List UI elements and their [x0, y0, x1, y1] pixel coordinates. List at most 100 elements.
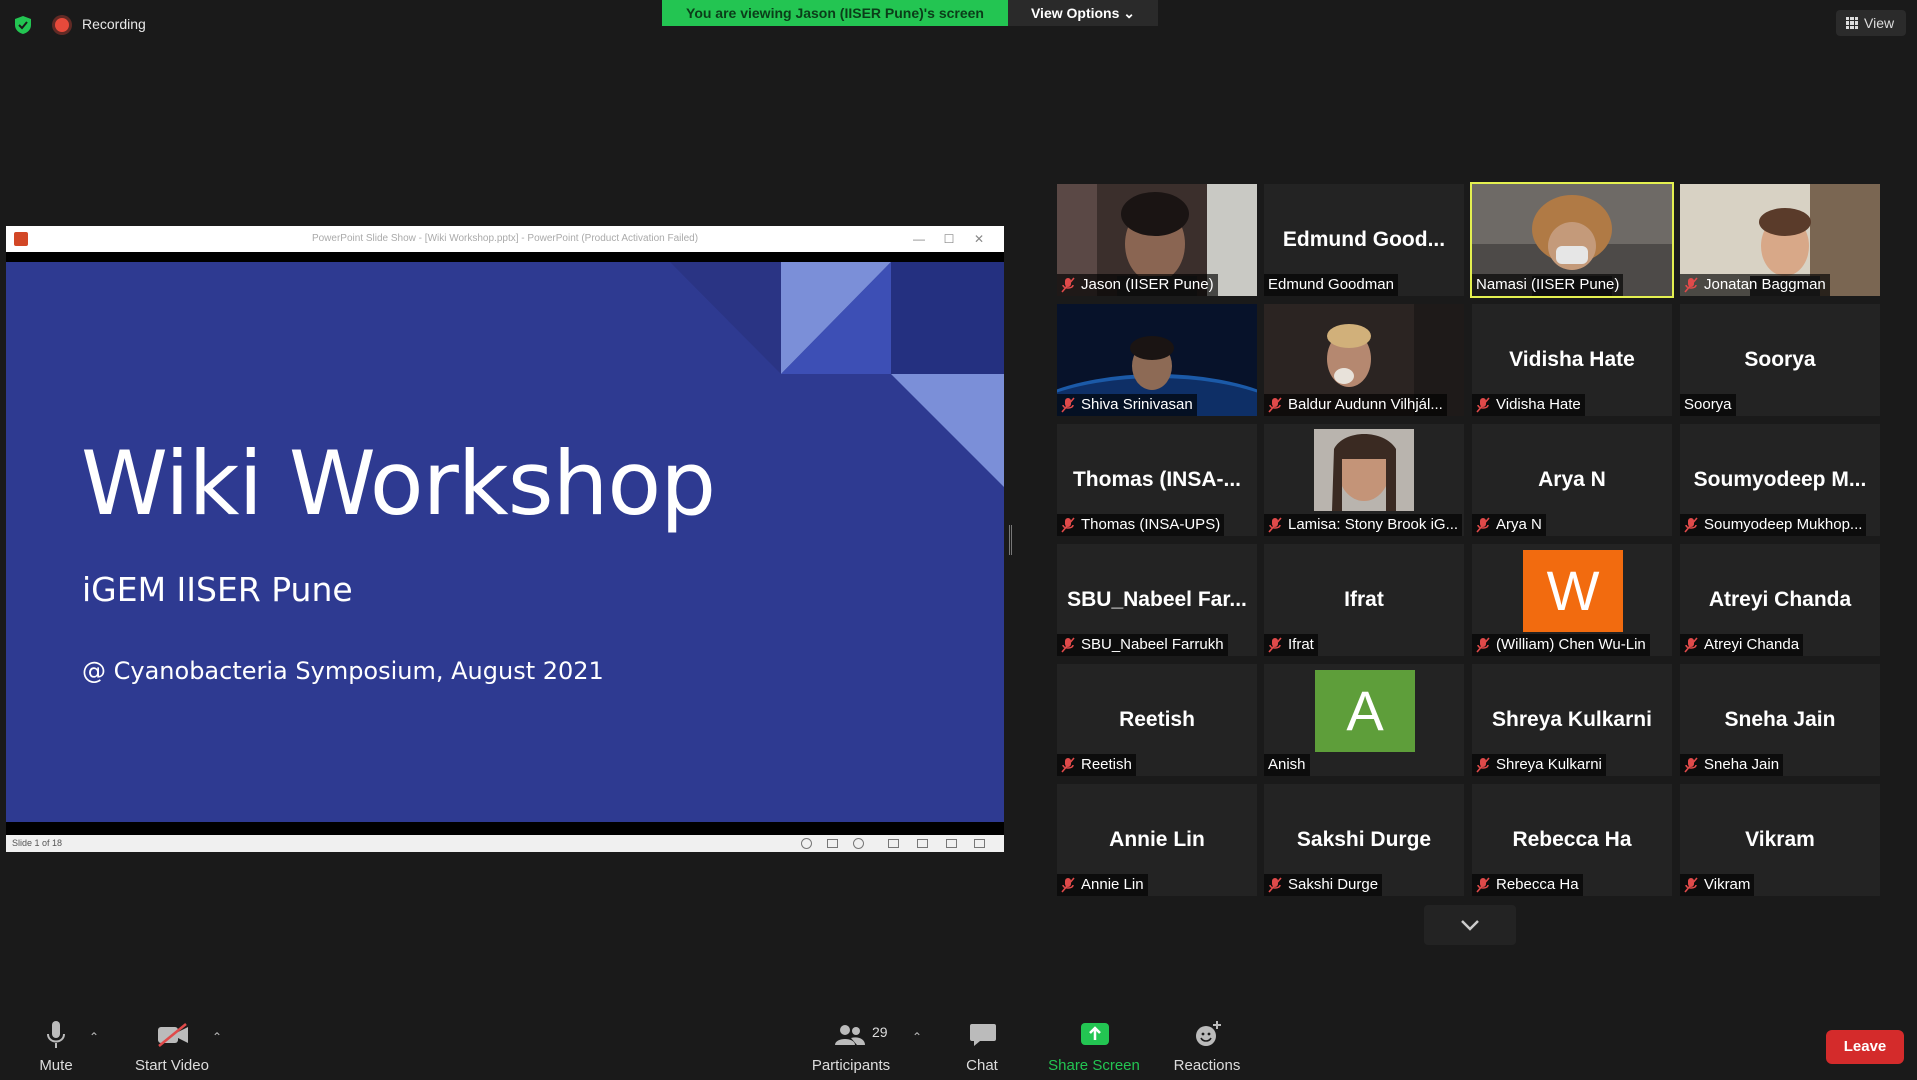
- participant-tile[interactable]: W (William) Chen Wu-Lin: [1472, 544, 1672, 656]
- reactions-button[interactable]: Reactions: [1164, 1010, 1250, 1080]
- viewing-screen-banner: You are viewing Jason (IISER Pune)'s scr…: [662, 0, 1008, 26]
- ppt-status-bar: Slide 1 of 18: [6, 835, 1004, 852]
- slide-subtitle: iGEM IISER Pune: [82, 570, 353, 609]
- participant-name-tag: Rebecca Ha: [1472, 874, 1583, 896]
- participant-tile[interactable]: Atreyi Chanda Atreyi Chanda: [1680, 544, 1880, 656]
- mic-muted-icon: [1684, 277, 1698, 293]
- leave-button[interactable]: Leave: [1826, 1030, 1904, 1064]
- mic-muted-icon: [1684, 637, 1698, 653]
- participant-tile[interactable]: Rebecca Ha Rebecca Ha: [1472, 784, 1672, 896]
- participant-tile[interactable]: Soorya Soorya: [1680, 304, 1880, 416]
- slideshow-icon[interactable]: [974, 839, 985, 848]
- reactions-label: Reactions: [1173, 1057, 1241, 1074]
- participant-name-tag: Arya N: [1472, 514, 1546, 536]
- start-video-button[interactable]: Start Video: [128, 1010, 216, 1080]
- participant-tile[interactable]: Thomas (INSA-... Thomas (INSA-UPS): [1057, 424, 1257, 536]
- participant-tile[interactable]: Edmund Good... Edmund Goodman: [1264, 184, 1464, 296]
- meeting-toolbar: Mute ⌃ Start Video ⌃ Participants 29 ⌃ C…: [0, 1010, 1917, 1080]
- slide: Wiki Workshop iGEM IISER Pune @ Cyanobac…: [6, 262, 1004, 822]
- slide-event-text: @ Cyanobacteria Symposium, August 2021: [82, 657, 604, 685]
- smiley-plus-icon: [1196, 1021, 1221, 1046]
- security-shield-icon[interactable]: [14, 15, 32, 35]
- participant-tile[interactable]: Lamisa: Stony Brook iG...: [1264, 424, 1464, 536]
- participant-name-tag: Shiva Srinivasan: [1057, 394, 1197, 416]
- recording-label: Recording: [82, 16, 146, 32]
- participant-name-tag: Jonatan Baggman: [1680, 274, 1830, 296]
- participant-name-tag: Jason (IISER Pune): [1057, 274, 1218, 296]
- mic-muted-icon: [1476, 877, 1490, 893]
- notes-icon[interactable]: [827, 839, 838, 848]
- participant-avatar: W: [1523, 550, 1623, 632]
- reading-view-icon[interactable]: [946, 839, 957, 848]
- mic-muted-icon: [1476, 397, 1490, 413]
- participant-profile-photo: [1314, 429, 1414, 511]
- participant-name-tag: Thomas (INSA-UPS): [1057, 514, 1225, 536]
- mic-muted-icon: [1684, 757, 1698, 773]
- chat-bubble-icon: [970, 1024, 996, 1046]
- share-screen-button[interactable]: Share Screen: [1046, 1010, 1142, 1080]
- slide-title: Wiki Workshop: [81, 432, 716, 535]
- participant-name-tag: Reetish: [1057, 754, 1136, 776]
- participant-tile[interactable]: Vidisha Hate Vidisha Hate: [1472, 304, 1672, 416]
- panel-splitter-handle[interactable]: [1009, 525, 1012, 555]
- participant-name-tag: Shreya Kulkarni: [1472, 754, 1606, 776]
- participant-tile[interactable]: Sakshi Durge Sakshi Durge: [1264, 784, 1464, 896]
- grid-icon: [1846, 17, 1858, 29]
- participant-name-tag: Vikram: [1680, 874, 1755, 896]
- slide-sorter-icon[interactable]: [917, 839, 928, 848]
- normal-view-icon[interactable]: [888, 839, 899, 848]
- participant-avatar: A: [1315, 670, 1415, 752]
- previous-slide-icon[interactable]: [801, 838, 812, 849]
- participant-tile[interactable]: Shiva Srinivasan: [1057, 304, 1257, 416]
- participant-name-tag: Namasi (IISER Pune): [1472, 274, 1624, 296]
- mute-button[interactable]: Mute: [20, 1010, 92, 1080]
- share-screen-icon: [1081, 1023, 1109, 1045]
- participant-tile[interactable]: SBU_Nabeel Far... SBU_Nabeel Farrukh: [1057, 544, 1257, 656]
- participant-tile[interactable]: Vikram Vikram: [1680, 784, 1880, 896]
- participant-name-tag: Lamisa: Stony Brook iG...: [1264, 514, 1463, 536]
- shared-screen-powerpoint-window[interactable]: PowerPoint Slide Show - [Wiki Workshop.p…: [6, 226, 1004, 852]
- microphone-icon: [47, 1021, 65, 1048]
- slide-area: Wiki Workshop iGEM IISER Pune @ Cyanobac…: [6, 252, 1004, 835]
- participants-options-caret-icon[interactable]: ⌃: [912, 1030, 922, 1044]
- participant-tile[interactable]: Shreya Kulkarni Shreya Kulkarni: [1472, 664, 1672, 776]
- participant-tile[interactable]: Reetish Reetish: [1057, 664, 1257, 776]
- minimize-icon[interactable]: —: [904, 226, 934, 252]
- participant-name-tag: Ifrat: [1264, 634, 1318, 656]
- mute-label: Mute: [39, 1057, 73, 1074]
- mic-muted-icon: [1268, 637, 1282, 653]
- participant-name-tag: Anish: [1264, 754, 1310, 776]
- mic-muted-icon: [1268, 517, 1282, 533]
- participants-button[interactable]: Participants: [806, 1010, 896, 1080]
- view-button[interactable]: View: [1836, 10, 1906, 36]
- next-slide-icon[interactable]: [853, 838, 864, 849]
- ppt-window-title: PowerPoint Slide Show - [Wiki Workshop.p…: [311, 233, 699, 244]
- view-label: View: [1864, 15, 1895, 31]
- video-options-caret-icon[interactable]: ⌃: [212, 1030, 222, 1044]
- chevron-down-icon: [1461, 920, 1479, 931]
- participant-name-tag: Sakshi Durge: [1264, 874, 1383, 896]
- chat-button[interactable]: Chat: [952, 1010, 1012, 1080]
- participant-tile[interactable]: Arya N Arya N: [1472, 424, 1672, 536]
- participant-tile[interactable]: A Anish: [1264, 664, 1464, 776]
- view-options-button[interactable]: View Options ⌄: [1008, 0, 1158, 26]
- participant-name-tag: SBU_Nabeel Farrukh: [1057, 634, 1228, 656]
- participant-tile[interactable]: Annie Lin Annie Lin: [1057, 784, 1257, 896]
- close-icon[interactable]: ✕: [964, 226, 994, 252]
- participants-label: Participants: [811, 1057, 891, 1074]
- participants-count: 29: [872, 1024, 888, 1040]
- participant-name-tag: Edmund Goodman: [1264, 274, 1398, 296]
- participant-tile[interactable]: Ifrat Ifrat: [1264, 544, 1464, 656]
- mic-muted-icon: [1476, 757, 1490, 773]
- maximize-icon[interactable]: ☐: [934, 226, 964, 252]
- participant-tile[interactable]: Sneha Jain Sneha Jain: [1680, 664, 1880, 776]
- participant-tile[interactable]: Baldur Audunn Vilhjál...: [1264, 304, 1464, 416]
- participant-tile[interactable]: Soumyodeep M... Soumyodeep Mukhop...: [1680, 424, 1880, 536]
- participant-tile[interactable]: Jonatan Baggman: [1680, 184, 1880, 296]
- mic-muted-icon: [1061, 517, 1075, 533]
- participant-tile[interactable]: Jason (IISER Pune): [1057, 184, 1257, 296]
- participant-tile-active-speaker[interactable]: Namasi (IISER Pune): [1470, 182, 1674, 298]
- audio-options-caret-icon[interactable]: ⌃: [89, 1030, 99, 1044]
- participant-name-tag: Baldur Audunn Vilhjál...: [1264, 394, 1447, 416]
- next-page-button[interactable]: [1424, 905, 1516, 945]
